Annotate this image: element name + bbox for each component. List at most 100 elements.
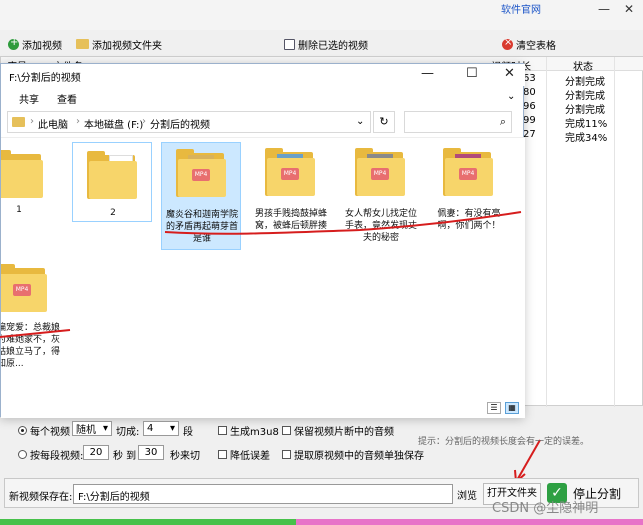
explorer-close-button[interactable]: ✕ [504,66,515,81]
save-label: 新视频保存在: [9,492,73,503]
video-folder-icon: MP4 [176,149,228,197]
clear-table-button[interactable]: 清空表格 [502,36,556,52]
search-input[interactable]: ⌕ [404,111,512,133]
explorer-title-bar: F:\分割后的视频 — ☐ ✕ [1,64,525,86]
lower-error-option[interactable]: 降低误差 [218,447,270,462]
address-input[interactable]: › 此电脑 › 本地磁盘 (F:) › 分割后的视频 ⌄ [7,111,371,133]
folder-item[interactable]: MP4 偏宠爱：总裁娘为难她家不，灰姑娘立马了，得知原... [1,258,63,378]
lower-error-checkbox[interactable] [218,450,227,459]
extract-audio-checkbox[interactable] [282,450,291,459]
radio-by-seconds[interactable] [18,450,27,459]
close-button[interactable]: ✕ [624,2,634,16]
item-label: 女人帮女儿找定位手表，竟然发现丈夫的秘密 [344,209,417,243]
row-status: 分割完成 [565,91,605,102]
minimize-button[interactable]: — [598,2,610,16]
folder-icon [12,117,25,127]
item-label: 佩妻：有没有亮啊，你们两个！ [437,209,501,231]
chevron-down-icon[interactable]: ⌄ [356,116,364,127]
details-view-icon[interactable]: ☰ [487,402,501,414]
official-site-link[interactable]: 软件官网 [501,1,541,16]
segment-count-value: 4 [147,423,154,434]
chevron-down-icon: ▾ [169,423,175,434]
gen-m3u8-label: 生成m3u8 [230,427,279,438]
table-row[interactable]: 80 分割完成 [523,87,643,102]
clear-table-label: 清空表格 [516,40,556,52]
menu-view[interactable]: 查看 [57,91,77,106]
file-explorer-window: F:\分割后的视频 — ☐ ✕ 共享 查看 ⌄ › 此电脑 › 本地磁盘 (F:… [0,63,525,418]
view-toggle: ☰ ▦ [487,402,519,414]
add-video-button[interactable]: 添加视频 [8,36,62,52]
video-folder-icon: MP4 [443,148,495,196]
segment-count-select[interactable]: 4 ▾ [143,421,179,436]
address-bar: › 此电脑 › 本地磁盘 (F:) › 分割后的视频 ⌄ ↻ ⌕ [1,108,525,138]
folder-item[interactable]: 1 [1,142,59,222]
breadcrumb-folder[interactable]: 分割后的视频 [150,116,210,131]
explorer-maximize-button[interactable]: ☐ [466,66,478,81]
gen-m3u8-checkbox[interactable] [218,426,227,435]
folder-item[interactable]: MP4 魔炎谷和迦南学院的矛盾再起萌芽首是谁 [161,142,241,250]
progress-remaining [295,519,643,525]
file-list: 1 2 MP4 魔炎谷和迦南学院的矛盾再起萌芽首是谁 MP4 男孩手贱捣鼓掉蜂窝… [1,138,525,418]
col-status-header[interactable]: 状态 [573,58,593,73]
explorer-minimize-button[interactable]: — [421,66,434,81]
option-per-video[interactable]: 每个视频 [18,423,70,438]
large-icons-view-icon[interactable]: ▦ [505,402,519,414]
folder-icon [87,151,139,199]
radio-per-video[interactable] [18,426,27,435]
folder-item[interactable]: MP4 男孩手贱捣鼓掉蜂窝，被蜂后顿胖揍 [251,142,331,250]
extract-audio-option[interactable]: 提取原视频中的音频单独保存 [282,447,424,462]
browse-button[interactable]: 浏览 [457,487,477,502]
table-row[interactable]: 99 完成11% [523,115,643,130]
row-status: 完成34% [565,133,608,144]
delete-icon [284,38,295,50]
item-label: 1 [16,205,22,215]
app-window: 软件官网 — ✕ 添加视频 添加视频文件夹 删除已选的视频 清空表格 序号 文件… [0,0,643,525]
table-row[interactable]: 96 分割完成 [523,101,643,116]
table-row[interactable]: 27 完成34% [523,129,643,144]
folder-icon [1,150,45,198]
item-label: 男孩手贱捣鼓掉蜂窝，被蜂后顿胖揍 [254,209,327,231]
sec-cut-label: 秒来切 [170,451,200,462]
extract-audio-label: 提取原视频中的音频单独保存 [294,451,424,462]
gen-m3u8-option[interactable]: 生成m3u8 [218,423,279,438]
menu-share[interactable]: 共享 [19,91,39,106]
by-seconds-label: 按每段视频: [30,451,84,462]
breadcrumb-this-pc[interactable]: 此电脑 [38,116,68,131]
delete-selected-button[interactable]: 删除已选的视频 [284,36,368,52]
breadcrumb-separator-icon: › [30,116,34,127]
explorer-menu-bar: 共享 查看 ⌄ [1,86,525,108]
row-status: 完成11% [565,119,608,130]
random-select-value: 随机 [76,425,96,436]
breadcrumb-drive[interactable]: 本地磁盘 (F:) [84,116,143,131]
option-by-seconds[interactable]: 按每段视频: [18,447,83,462]
hint-text: 提示：分割后的视频长度会有一定的误差。 [418,437,590,447]
random-select[interactable]: 随机 ▾ [72,421,112,436]
folder-item[interactable]: MP4 佩妻：有没有亮啊，你们两个！ [429,142,509,250]
add-icon [8,37,19,50]
video-folder-icon: MP4 [1,264,49,312]
save-path-input[interactable]: F:\分割后的视频 [73,484,453,504]
sec-to-label: 秒 到 [113,451,137,462]
seconds-from-input[interactable]: 20 [83,445,109,460]
main-toolbar: 添加视频 添加视频文件夹 删除已选的视频 清空表格 [0,33,643,55]
video-folder-icon: MP4 [265,148,317,196]
add-folder-button[interactable]: 添加视频文件夹 [76,36,162,52]
item-label: 魔炎谷和迦南学院的矛盾再起萌芽首是谁 [165,210,238,244]
row-status: 分割完成 [565,105,605,116]
progress-completed [0,519,296,525]
breadcrumb-separator-icon: › [76,116,80,127]
keep-audio-option[interactable]: 保留视频片断中的音频 [282,423,394,438]
item-label: 2 [110,208,116,218]
row-status: 分割完成 [565,77,605,88]
table-row[interactable]: 63 分割完成 [523,73,643,88]
keep-audio-checkbox[interactable] [282,426,291,435]
clear-icon [502,37,513,50]
lower-error-label: 降低误差 [230,451,270,462]
chevron-down-icon[interactable]: ⌄ [507,91,515,102]
folder-item[interactable]: 2 [72,142,152,222]
folder-item[interactable]: MP4 女人帮女儿找定位手表，竟然发现丈夫的秘密 [341,142,421,250]
seconds-to-input[interactable]: 30 [138,445,164,460]
refresh-icon[interactable]: ↻ [373,111,395,133]
delete-selected-label: 删除已选的视频 [298,40,368,52]
split-options: 每个视频 随机 ▾ 切成: 4 ▾ 段 生成m3u8 保留视频片断中的音频 按每段视… [0,417,643,473]
